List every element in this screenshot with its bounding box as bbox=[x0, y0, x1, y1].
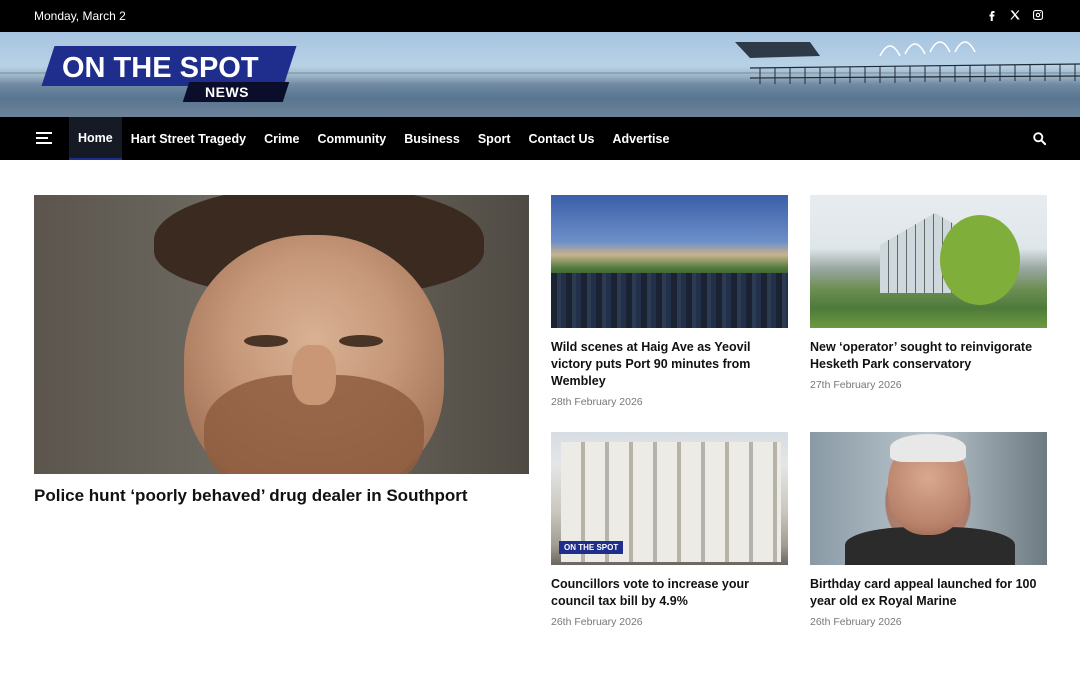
facebook-icon[interactable] bbox=[985, 8, 998, 22]
article-headline[interactable]: Councillors vote to increase your counci… bbox=[551, 576, 788, 610]
top-bar: Monday, March 2 bbox=[0, 0, 1080, 32]
article-date: 27th February 2026 bbox=[810, 379, 902, 391]
article-card: Wild scenes at Haig Ave as Yeovil victor… bbox=[551, 195, 788, 408]
article-card: Birthday card appeal launched for 100 ye… bbox=[810, 432, 1047, 628]
pier-image bbox=[735, 41, 1080, 84]
feature-image[interactable] bbox=[34, 195, 529, 474]
x-icon[interactable] bbox=[1008, 8, 1021, 22]
nav-item-community[interactable]: Community bbox=[309, 117, 396, 160]
hamburger-menu-icon[interactable] bbox=[36, 132, 52, 144]
current-date: Monday, March 2 bbox=[34, 9, 126, 23]
nav-item-sport[interactable]: Sport bbox=[469, 117, 520, 160]
nav-item-contact-us[interactable]: Contact Us bbox=[519, 117, 603, 160]
instagram-icon[interactable] bbox=[1031, 8, 1044, 22]
article-thumbnail[interactable] bbox=[810, 195, 1047, 328]
article-thumbnail[interactable] bbox=[810, 432, 1047, 565]
header-banner: ON THE SPOT NEWS bbox=[0, 32, 1080, 117]
article-card: New ‘operator’ sought to reinvigorate He… bbox=[810, 195, 1047, 391]
site-logo[interactable]: ON THE SPOT NEWS bbox=[40, 46, 297, 104]
watermark-badge: ON THE SPOT bbox=[559, 541, 624, 554]
article-headline[interactable]: New ‘operator’ sought to reinvigorate He… bbox=[810, 339, 1047, 373]
nav-items: Home Hart Street Tragedy Crime Community… bbox=[69, 117, 678, 160]
main-nav: Home Hart Street Tragedy Crime Community… bbox=[0, 117, 1080, 160]
nav-item-business[interactable]: Business bbox=[395, 117, 469, 160]
nav-item-crime[interactable]: Crime bbox=[255, 117, 308, 160]
logo-text: ON THE SPOT bbox=[62, 52, 259, 84]
article-headline[interactable]: Wild scenes at Haig Ave as Yeovil victor… bbox=[551, 339, 788, 390]
nav-item-hart-street-tragedy[interactable]: Hart Street Tragedy bbox=[122, 117, 255, 160]
nav-item-advertise[interactable]: Advertise bbox=[603, 117, 678, 160]
article-date: 26th February 2026 bbox=[551, 616, 643, 628]
article-card: ON THE SPOT Councillors vote to increase… bbox=[551, 432, 788, 628]
feature-headline[interactable]: Police hunt ‘poorly behaved’ drug dealer… bbox=[34, 486, 529, 506]
social-links bbox=[985, 8, 1044, 22]
article-thumbnail[interactable]: ON THE SPOT bbox=[551, 432, 788, 565]
logo-subtext: NEWS bbox=[205, 84, 249, 100]
nav-item-home[interactable]: Home bbox=[69, 117, 122, 160]
article-date: 26th February 2026 bbox=[810, 616, 902, 628]
article-headline[interactable]: Birthday card appeal launched for 100 ye… bbox=[810, 576, 1047, 610]
search-icon[interactable] bbox=[1032, 131, 1047, 146]
article-date: 28th February 2026 bbox=[551, 396, 643, 408]
article-thumbnail[interactable] bbox=[551, 195, 788, 328]
